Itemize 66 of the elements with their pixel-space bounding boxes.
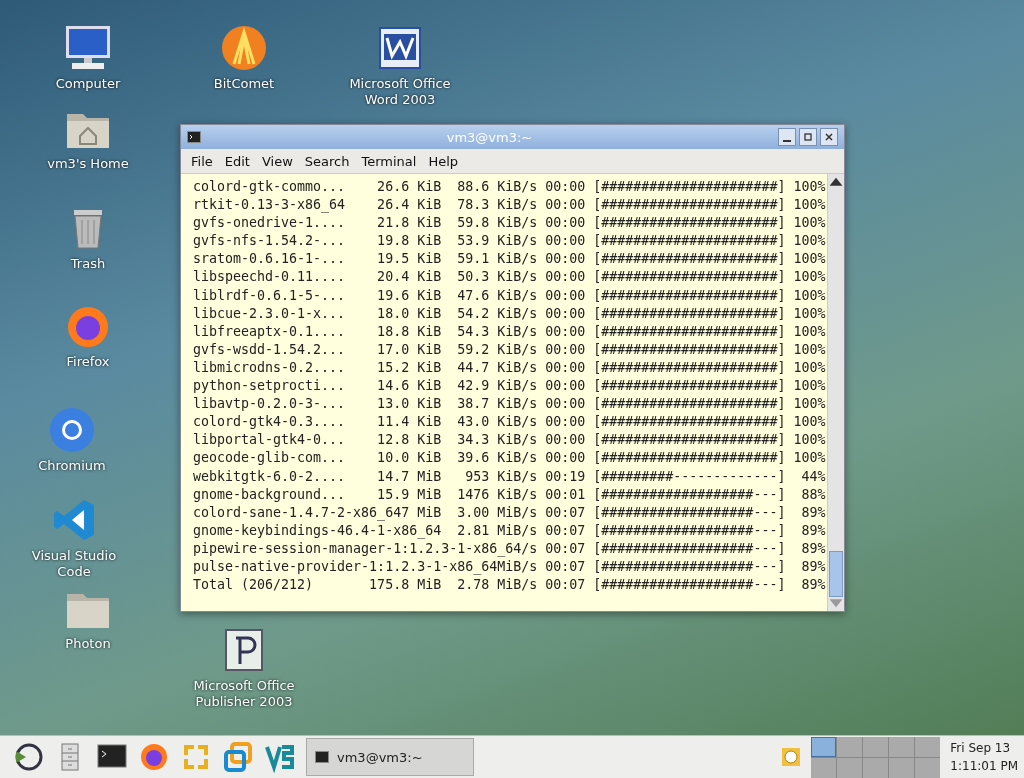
workspace[interactable] <box>915 757 941 778</box>
terminal-line: gvfs-onedrive-1.... 21.8 KiB 59.8 KiB/s 00:00 [######################] 100% <box>193 214 826 233</box>
terminal-line: libportal-gtk4-0... 12.8 KiB 34.3 KiB/s 00:00 [######################] 100% <box>193 431 826 450</box>
terminal-line: colord-gtk-commo... 26.6 KiB 88.6 KiB/s 00:00 [######################] 100% <box>193 178 826 196</box>
terminal-line: gnome-keybindings-46.4-1-x86_64 2.81 MiB/s 00:07 [###################---] 89% <box>193 521 826 540</box>
terminal-line: geocode-glib-com... 10.0 KiB 39.6 KiB/s 00:00 [######################] 100% <box>193 449 826 468</box>
terminal-line: python-setprocti... 14.6 KiB 42.9 KiB/s 00:00 [######################] 100% <box>193 377 826 396</box>
icon-label[interactable]: Trash <box>70 256 106 272</box>
close-button[interactable] <box>820 128 838 146</box>
menu-item[interactable]: View <box>255 153 299 169</box>
close-icon <box>824 132 834 142</box>
terminal-line: libavtp-0.2.0-3-... 13.0 KiB 38.7 KiB/s 00:00 [######################] 100% <box>193 395 826 414</box>
scrollbar-thumb[interactable] <box>829 551 843 597</box>
window-title: vm3@vm3:~ <box>445 129 534 145</box>
workspace[interactable] <box>863 736 889 757</box>
icon-label[interactable]: BitComet <box>213 76 275 92</box>
workspace[interactable] <box>889 736 915 757</box>
terminal-line: libspeechd-0.11.... 20.4 KiB 50.3 KiB/s 00:00 [######################] 100% <box>193 268 826 287</box>
icon-label[interactable]: Chromium <box>38 458 106 474</box>
terminal-line: libcue-2.3.0-1-x... 18.0 KiB 54.2 KiB/s 00:00 [######################] 100% <box>193 304 826 323</box>
terminal-line: colord-gtk4-0.3.... 11.4 KiB 43.0 KiB/s 00:00 [######################] 100% <box>193 413 826 432</box>
terminal-icon <box>315 751 329 763</box>
menu-item[interactable]: Help <box>422 153 465 169</box>
maximize-icon <box>803 132 813 142</box>
orb-icon[interactable] <box>220 24 268 72</box>
terminal-line: gvfs-wsdd-1.54.2... 17.0 KiB 59.2 KiB/s 00:00 [######################] 100% <box>193 340 826 359</box>
terminal-line: Total (206/212) 175.8 MiB 2.78 MiB/s 00:07 [###################---] 89% <box>193 576 826 595</box>
menu-item[interactable]: Search <box>298 153 356 169</box>
terminal-line: libmicrodns-0.2.... 15.2 KiB 44.7 KiB/s 00:00 [######################] 100% <box>193 358 826 377</box>
workspace[interactable] <box>915 736 941 757</box>
terminal-line: gnome-background... 15.9 MiB 1476 KiB/s 00:01 [###################---] 88% <box>193 485 826 504</box>
computer-icon[interactable] <box>64 24 112 72</box>
minimize-button[interactable] <box>778 128 796 146</box>
chromium-icon[interactable] <box>48 406 96 454</box>
workspace[interactable] <box>811 736 837 757</box>
terminal-line: webkitgtk-6.0-2.... 14.7 MiB 953 KiB/s 00:19 [#########-------------] 44% <box>193 467 826 486</box>
icon-label[interactable]: vm3's Home <box>47 156 129 172</box>
icon-label[interactable]: Firefox <box>66 354 110 370</box>
icon-label[interactable]: Computer <box>55 76 121 92</box>
maximize-button[interactable] <box>799 128 817 146</box>
terminal-line: liblrdf-0.6.1-5-... 19.6 KiB 47.6 KiB/s 00:00 [######################] 100% <box>193 286 826 305</box>
terminal-line: libfreeaptx-0.1.... 18.8 KiB 54.3 KiB/s 00:00 [######################] 100% <box>193 322 826 341</box>
minimize-icon <box>783 140 791 142</box>
box-app-icon[interactable] <box>222 741 254 773</box>
workspace[interactable] <box>837 736 863 757</box>
terminal-line: gvfs-nfs-1.54.2-... 19.8 KiB 53.9 KiB/s 00:00 [######################] 100% <box>193 232 826 251</box>
terminal-line: rtkit-0.13-3-x86_64 26.4 KiB 78.3 KiB/s 00:00 [######################] 100% <box>193 196 826 215</box>
menu-item[interactable]: File <box>185 153 219 169</box>
scrollbar[interactable] <box>827 174 844 611</box>
terminal-line: colord-sane-1.4.7-2-x86_647 MiB 3.00 MiB/s 00:07 [###################---] 89% <box>193 503 826 522</box>
clock-tray-icon[interactable] <box>781 747 802 767</box>
terminal-line: pulse-native-provider-1:1.2.3-1-x86_64MiB/s 00:07 [###################---] 89% <box>193 557 826 577</box>
task-button[interactable]: vm3@vm3:~ <box>306 738 474 776</box>
document-w-icon[interactable] <box>376 24 424 72</box>
clock-date: Fri Sep 13 <box>950 740 1012 757</box>
icon-label[interactable]: Microsoft Office Word 2003 <box>340 76 460 108</box>
icon-label[interactable]: Microsoft Office Publisher 2003 <box>184 678 304 710</box>
clock-time: 1:11:01 PM <box>950 758 1018 775</box>
terminal-line: sratom-0.6.16-1-... 19.5 KiB 59.1 KiB/s 00:00 [######################] 100% <box>193 250 826 269</box>
terminal-line: pipewire-session-manager-1:1.2.3-1-x86_64/s 00:07 [###################---] 89% <box>193 539 826 558</box>
menu-item[interactable]: Edit <box>218 153 256 169</box>
terminal-icon <box>187 131 201 143</box>
icon-label[interactable]: Photon <box>65 636 111 652</box>
icon-label[interactable]: Visual Studio Code <box>14 548 134 580</box>
firefox-icon[interactable] <box>138 741 170 773</box>
menu-item[interactable]: Terminal <box>355 153 423 169</box>
